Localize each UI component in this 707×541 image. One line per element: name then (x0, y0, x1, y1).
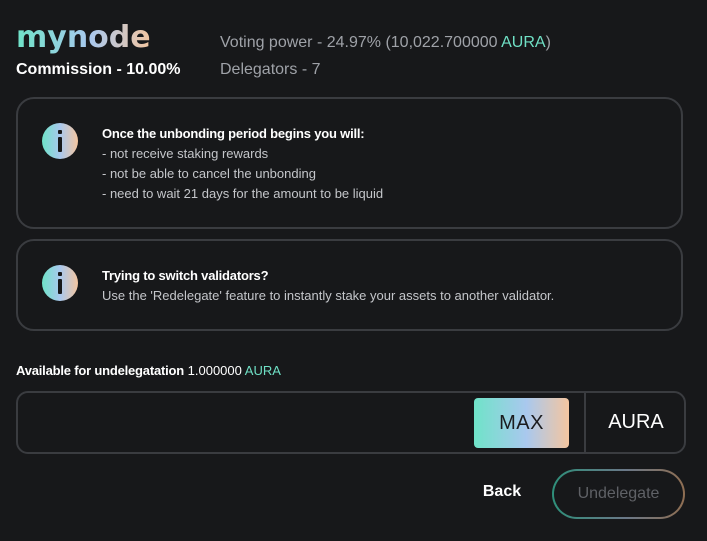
undelegate-button-label: Undelegate (554, 471, 683, 517)
delegators-count: Delegators - 7 (220, 61, 321, 78)
back-button[interactable]: Back (472, 480, 532, 504)
available-denom: AURA (244, 363, 281, 378)
unbonding-notice-line: - need to wait 21 days for the amount to… (102, 186, 384, 201)
voting-power-suffix: ) (545, 34, 551, 51)
redelegate-notice-title: Trying to switch validators? (102, 268, 269, 283)
redelegate-notice: Trying to switch validators? Use the 'Re… (16, 239, 683, 331)
undelegate-amount-field: MAX AURA (16, 391, 686, 454)
redelegate-notice-text: Trying to switch validators? Use the 'Re… (102, 266, 554, 306)
voting-power-denom: AURA (501, 34, 546, 51)
amount-input[interactable] (28, 403, 472, 445)
available-amount: 1.000000 (187, 363, 242, 378)
unbonding-notice-text: Once the unbonding period begins you wil… (102, 124, 383, 204)
info-icon (42, 265, 78, 301)
unbonding-notice-title: Once the unbonding period begins you wil… (102, 126, 365, 141)
field-divider (584, 393, 586, 452)
commission-rate: Commission - 10.00% (16, 61, 181, 78)
voting-power: Voting power - 24.97% (10,022.700000 AUR… (220, 33, 551, 53)
info-icon (42, 123, 78, 159)
undelegate-button[interactable]: Undelegate (552, 469, 685, 519)
redelegate-notice-body: Use the 'Redelegate' feature to instantl… (102, 288, 555, 303)
unbonding-notice-line: - not receive staking rewards (102, 146, 269, 161)
max-button[interactable]: MAX (474, 398, 569, 448)
unbonding-notice-line: - not be able to cancel the unbonding (102, 166, 316, 181)
available-label: Available for undelegatation (16, 363, 185, 378)
validator-name: mynode (16, 18, 151, 58)
unbonding-notice: Once the unbonding period begins you wil… (16, 97, 683, 229)
amount-unit-label: AURA (608, 411, 664, 433)
voting-power-prefix: Voting power - 24.97% (10,022.700000 (220, 34, 502, 51)
available-balance: Available for undelegatation 1.000000 AU… (16, 362, 281, 380)
